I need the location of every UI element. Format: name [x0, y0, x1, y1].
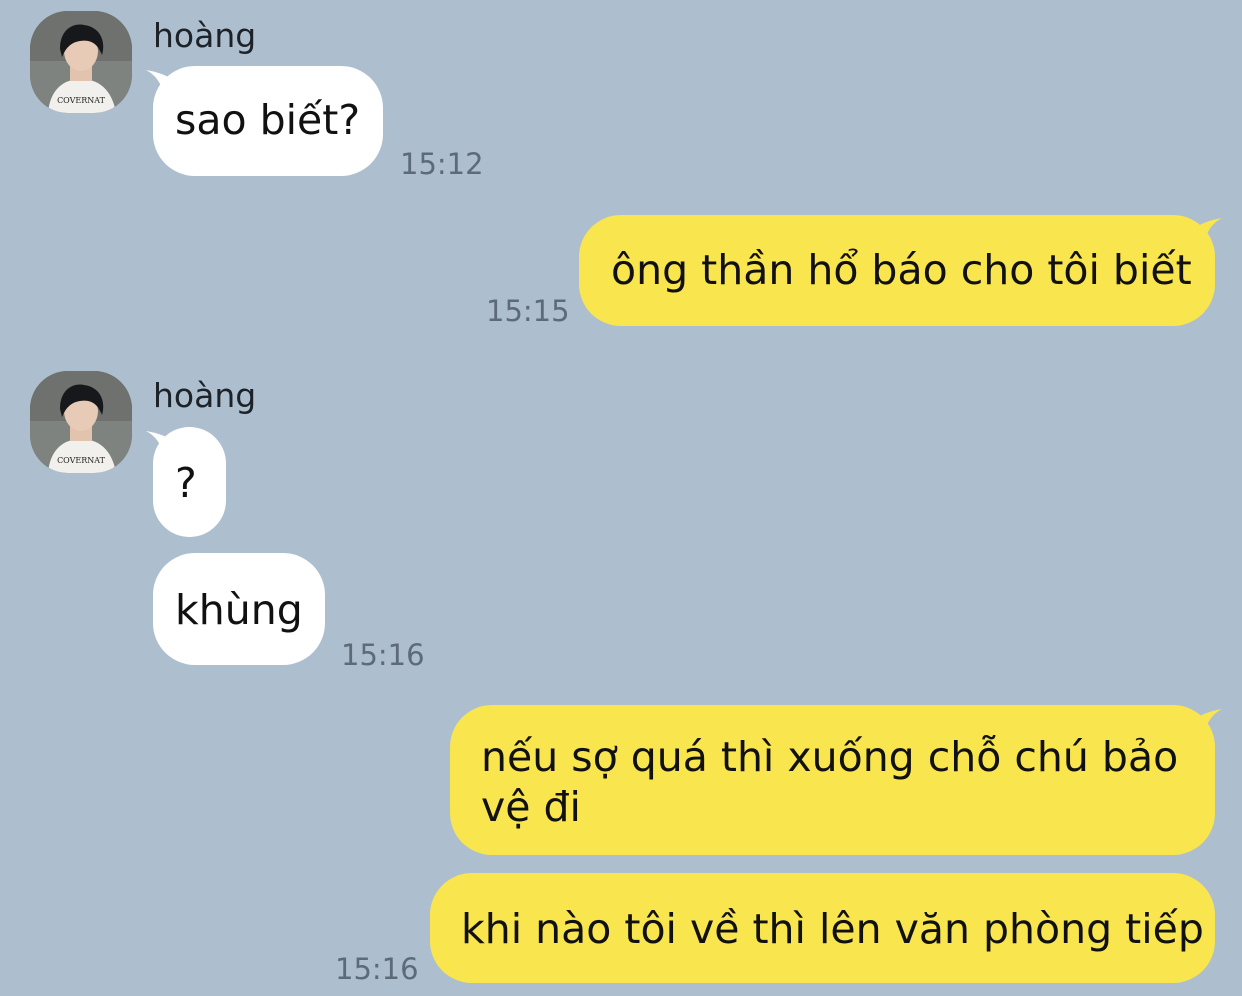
message-text: ?	[175, 459, 197, 507]
message-bubble-outgoing[interactable]: khi nào tôi về thì lên văn phòng tiếp	[430, 873, 1215, 983]
message-bubble-incoming[interactable]: sao biết?	[153, 66, 383, 176]
message-timestamp: 15:15	[486, 294, 570, 328]
message-timestamp: 15:12	[400, 147, 484, 181]
svg-text:COVERNAT: COVERNAT	[57, 96, 106, 105]
message-bubble-outgoing[interactable]: nếu sợ quá thì xuống chỗ chú bảo vệ đi	[450, 705, 1215, 855]
message-text: khùng	[175, 586, 303, 634]
avatar-photo: COVERNAT	[30, 371, 132, 473]
message-timestamp: 15:16	[341, 638, 425, 672]
sender-name: hoàng	[153, 16, 257, 55]
message-text: ông thần hổ báo cho tôi biết	[611, 246, 1192, 294]
message-text: khi nào tôi về thì lên văn phòng tiếp	[461, 905, 1204, 953]
message-text: sao biết?	[175, 96, 361, 144]
svg-text:COVERNAT: COVERNAT	[57, 456, 106, 465]
sender-name: hoàng	[153, 376, 257, 415]
contact-avatar[interactable]: COVERNAT	[30, 11, 132, 113]
message-timestamp: 15:16	[335, 952, 419, 986]
message-text-line: vệ đi	[481, 783, 581, 831]
message-bubble-incoming[interactable]: ?	[153, 427, 226, 537]
message-text-line: nếu sợ quá thì xuống chỗ chú bảo	[481, 733, 1179, 781]
avatar-photo: COVERNAT	[30, 11, 132, 113]
contact-avatar[interactable]: COVERNAT	[30, 371, 132, 473]
message-bubble-outgoing[interactable]: ông thần hổ báo cho tôi biết	[579, 215, 1215, 326]
message-bubble-incoming[interactable]: khùng	[153, 553, 325, 665]
